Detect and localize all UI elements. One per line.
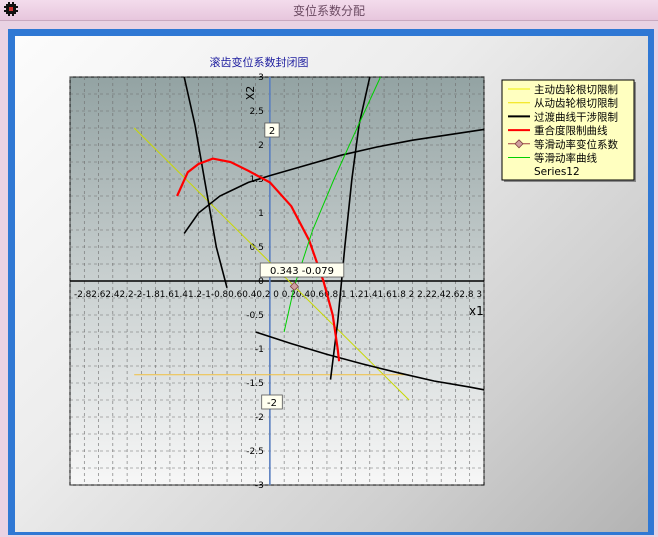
point-label: 0.343 -0.079: [270, 266, 334, 277]
y-tick-label: -1.5: [246, 379, 264, 389]
legend-label: 主动齿轮根切限制: [534, 83, 618, 96]
y-tick-label: -2.5: [246, 447, 264, 457]
y-tick-label: 2.5: [250, 107, 264, 117]
y-tick-label: -0.5: [246, 311, 264, 321]
y-tick-label: 1: [258, 209, 264, 219]
y-tick-label: 0: [258, 277, 264, 287]
legend-label: 过渡曲线干涉限制: [534, 110, 618, 123]
chart-title: 滚齿变位系数封闭图: [210, 55, 309, 69]
y-axis-label: X2: [244, 86, 257, 101]
annotation-minus2: -2: [267, 398, 277, 409]
legend-label: 等滑动率曲线: [534, 152, 597, 165]
legend-label: Series12: [534, 166, 580, 178]
legend-label: 等滑动率变位系数: [534, 138, 618, 151]
y-tick-label: 2: [258, 141, 264, 151]
legend-label: 重合度限制曲线: [534, 124, 608, 137]
y-tick-label: -1: [255, 345, 264, 355]
y-tick-label: -2: [255, 413, 264, 423]
x-axis-label: x1: [469, 304, 484, 318]
legend-label: 从动齿轮根切限制: [534, 97, 618, 110]
y-tick-label: -3: [255, 481, 264, 491]
annotation-2: 2: [269, 126, 275, 137]
y-tick-label: 3: [258, 73, 264, 83]
closed-chart: -2.82.62.42.2-2-1.81.61.41.2-1-0.80.60.4…: [69, 55, 636, 491]
x-tick-labels: -2.82.62.42.2-2-1.81.61.41.2-1-0.80.60.4…: [74, 290, 482, 300]
legend: 主动齿轮根切限制从动齿轮根切限制过渡曲线干涉限制重合度限制曲线等滑动率变位系数等…: [501, 79, 636, 182]
